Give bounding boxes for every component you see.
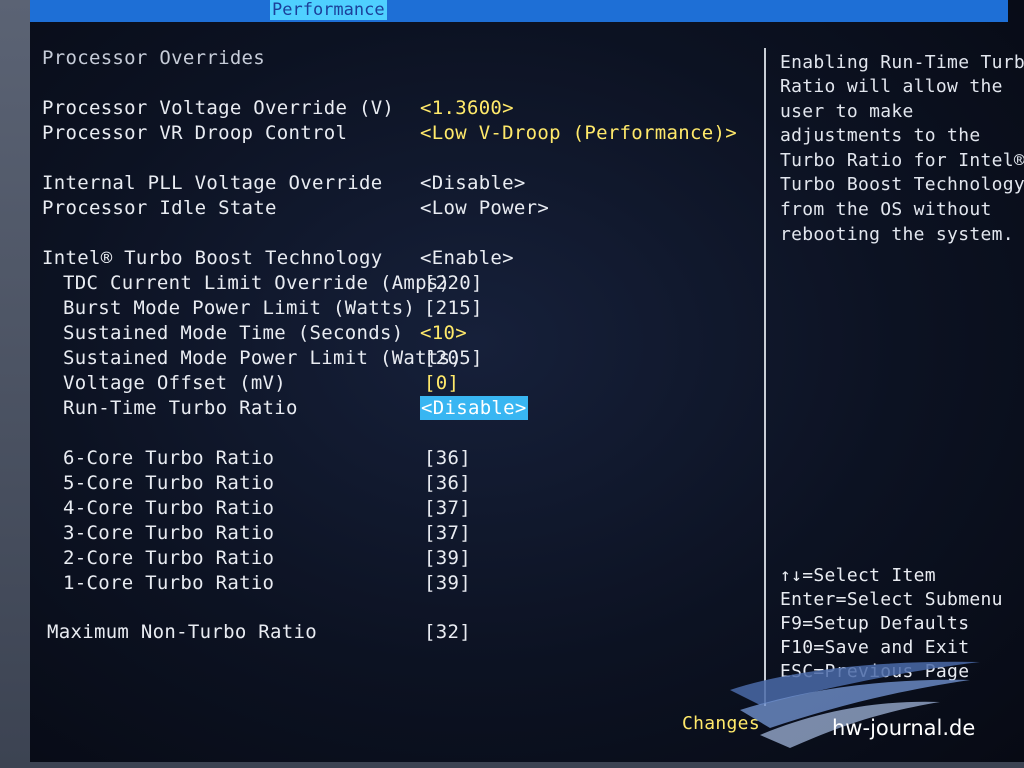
setting-value[interactable]: [37]	[424, 521, 471, 545]
setting-label: 6-Core Turbo Ratio	[63, 447, 275, 469]
setting-label: Burst Mode Power Limit (Watts)	[63, 297, 416, 319]
setting-label: Processor Idle State	[42, 197, 277, 219]
help-line: Enabling Run-Time Turbo	[780, 52, 1024, 73]
setting-label: 3-Core Turbo Ratio	[63, 522, 275, 544]
setting-value[interactable]: [32]	[424, 620, 471, 644]
setting-label: 2-Core Turbo Ratio	[63, 547, 275, 569]
setting-value[interactable]: <Disable>	[420, 171, 526, 195]
setting-value[interactable]: <10>	[420, 321, 467, 345]
setting-label: Sustained Mode Time (Seconds)	[63, 322, 404, 344]
setting-label: TDC Current Limit Override (Amps)	[63, 272, 451, 294]
setting-label: 5-Core Turbo Ratio	[63, 472, 275, 494]
setting-value[interactable]: <Enable>	[420, 246, 514, 270]
setting-label: Intel® Turbo Boost Technology	[42, 247, 383, 269]
setting-value[interactable]: [39]	[424, 546, 471, 570]
setting-label: Internal PLL Voltage Override	[42, 172, 383, 194]
setting-value[interactable]: <Low V-Droop (Performance)>	[420, 121, 737, 145]
setting-label: Voltage Offset (mV)	[63, 372, 287, 394]
setting-label: 1-Core Turbo Ratio	[63, 572, 275, 594]
setting-value[interactable]: <1.3600>	[420, 96, 514, 120]
key-hint: ↑↓=Select Item	[780, 565, 936, 586]
key-hint: Enter=Select Submenu	[780, 589, 1003, 610]
help-line: Turbo Ratio for Intel®	[780, 150, 1024, 171]
setting-label: Run-Time Turbo Ratio	[63, 397, 298, 419]
setting-value[interactable]: [215]	[424, 296, 483, 320]
setting-label: Sustained Mode Power Limit (Watts)	[63, 347, 463, 369]
menu-bar: Performance	[30, 0, 1008, 22]
help-line: rebooting the system.	[780, 224, 1014, 245]
setting-value[interactable]: [37]	[424, 496, 471, 520]
setting-label: Maximum Non-Turbo Ratio	[47, 621, 317, 643]
tab-performance[interactable]: Performance	[270, 0, 387, 20]
help-line: user to make	[780, 101, 914, 122]
watermark-text: hw-journal.de	[832, 716, 976, 740]
setting-label: Processor Voltage Override (V)	[42, 97, 395, 119]
help-line: Ratio will allow the	[780, 76, 1003, 97]
section-title: Processor Overrides	[42, 47, 266, 69]
setting-value[interactable]: <Low Power>	[420, 196, 549, 220]
setting-value[interactable]: [36]	[424, 471, 471, 495]
setting-value-selected[interactable]: <Disable>	[420, 396, 528, 420]
setting-value[interactable]: [39]	[424, 571, 471, 595]
setting-label: 4-Core Turbo Ratio	[63, 497, 275, 519]
setting-value[interactable]: [0]	[424, 371, 459, 395]
setting-value[interactable]: [220]	[424, 271, 483, 295]
setting-label: Processor VR Droop Control	[42, 122, 348, 144]
help-line: adjustments to the	[780, 125, 981, 146]
setting-value[interactable]: [36]	[424, 446, 471, 470]
help-line: from the OS without	[780, 199, 992, 220]
help-panel-divider	[764, 48, 766, 706]
key-hint: F9=Setup Defaults	[780, 613, 970, 634]
help-line: Turbo Boost Technology	[780, 174, 1024, 195]
setting-value[interactable]: [205]	[424, 346, 483, 370]
